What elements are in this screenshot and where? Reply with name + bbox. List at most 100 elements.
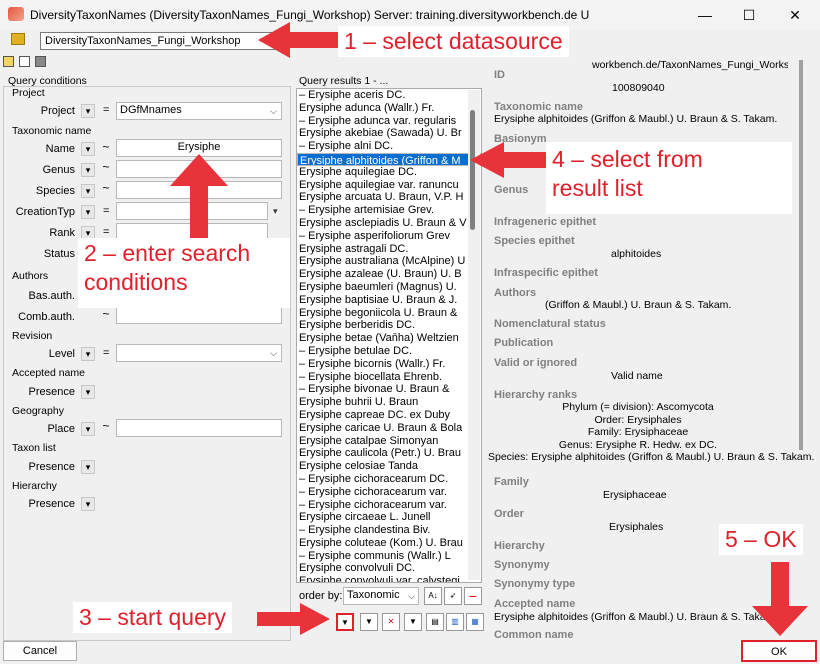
result-item[interactable]: Erysiphe begoniicola U. Braun &	[297, 307, 481, 320]
chevron-down-icon: ⌵	[270, 348, 277, 358]
columns-icon[interactable]: ▥	[446, 613, 464, 631]
place-operator-dropdown[interactable]: ▾	[81, 422, 95, 436]
order-label: Order	[494, 508, 524, 520]
valid-label: Valid or ignored	[494, 357, 578, 369]
project-select[interactable]: DGfMnames ⌵	[116, 102, 282, 120]
detail-scroll-thumb[interactable]	[799, 60, 803, 450]
result-item[interactable]: Erysiphe buhrii U. Braun	[297, 396, 481, 409]
project-operator-dropdown[interactable]: ▾	[81, 104, 95, 118]
result-item[interactable]: Erysiphe coluteae (Kom.) U. Brau	[297, 537, 481, 550]
result-item[interactable]: Erysiphe aquilegiae var. ranuncu	[297, 179, 481, 192]
result-item[interactable]: Erysiphe asclepiadis U. Braun & V	[297, 217, 481, 230]
filter-clear-icon[interactable]: ✕	[382, 613, 400, 631]
result-item[interactable]: – Erysiphe bicornis (Wallr.) Fr.	[297, 358, 481, 371]
result-item[interactable]: Erysiphe astragali DC.	[297, 243, 481, 256]
result-item[interactable]: Erysiphe akebiae (Sawada) U. Br	[297, 127, 481, 140]
checkbox-icon[interactable]	[19, 56, 30, 67]
level-label: Level	[48, 348, 75, 360]
place-input[interactable]	[116, 419, 282, 437]
hierarchy-rank-line: Order: Erysiphales	[594, 413, 682, 426]
result-item[interactable]: – Erysiphe communis (Wallr.) L	[297, 550, 481, 563]
sort-az-icon[interactable]: A↓	[424, 587, 442, 605]
result-item[interactable]: Erysiphe convolvuli var. calystegi	[297, 575, 481, 582]
annotation-4-box: 4 – select from result list	[546, 142, 792, 214]
group-taxonomic: Taxonomic name	[12, 125, 92, 137]
order-value: Erysiphales	[609, 521, 664, 533]
result-item[interactable]: – Erysiphe biocellata Ehrenb.	[297, 371, 481, 384]
datasource-field[interactable]: DiversityTaxonNames_Fungi_Workshop	[40, 32, 278, 50]
remove-icon[interactable]: −	[464, 587, 482, 605]
creationtype-dropdown-icon[interactable]: ▾	[273, 206, 278, 217]
result-item[interactable]: Erysiphe berberidis DC.	[297, 319, 481, 332]
result-item[interactable]: Erysiphe caulicola (Petr.) U. Brau	[297, 447, 481, 460]
result-item[interactable]: – Erysiphe clandestina Biv.	[297, 524, 481, 537]
result-item[interactable]: – Erysiphe betulae DC.	[297, 345, 481, 358]
result-item[interactable]: Erysiphe azaleae (U. Braun) U. B	[297, 268, 481, 281]
result-item[interactable]: Erysiphe baeumleri (Magnus) U.	[297, 281, 481, 294]
filter-list-icon[interactable]: ▤	[426, 613, 444, 631]
result-item[interactable]: Erysiphe betae (Vaňha) Weltzien	[297, 332, 481, 345]
minimize-button[interactable]: —	[682, 0, 728, 30]
cancel-button[interactable]: Cancel	[3, 641, 77, 661]
result-item[interactable]: Erysiphe arcuata U. Braun, V.P. H	[297, 191, 481, 204]
result-item[interactable]: – Erysiphe bivonae U. Braun &	[297, 383, 481, 396]
id-label: ID	[494, 69, 505, 81]
creationtype-operator-dropdown[interactable]: ▾	[81, 205, 95, 219]
panel-icon[interactable]	[35, 56, 46, 67]
taxonlist-presence-label: Presence	[28, 461, 75, 473]
result-item[interactable]: – Erysiphe alni DC.	[297, 140, 481, 153]
combauth-input[interactable]	[116, 306, 282, 324]
result-item[interactable]: Erysiphe caricae U. Braun & Bola	[297, 422, 481, 435]
result-item[interactable]: Erysiphe australiana (McAlpine) U	[297, 255, 481, 268]
ok-button[interactable]: OK	[741, 640, 817, 662]
species-operator-dropdown[interactable]: ▾	[81, 184, 95, 198]
filter-next-icon[interactable]: ▼	[404, 613, 422, 631]
database-icon[interactable]	[11, 33, 25, 45]
result-item[interactable]: Erysiphe celosiae Tanda	[297, 460, 481, 473]
result-item[interactable]: – Erysiphe cichoracearum DC.	[297, 473, 481, 486]
genus-operator-dropdown[interactable]: ▾	[81, 163, 95, 177]
result-item[interactable]: – Erysiphe artemisiae Grev.	[297, 204, 481, 217]
taxonlist-presence-dropdown[interactable]: ▾	[81, 460, 95, 474]
group-project: Project	[12, 87, 45, 99]
chevron-down-icon: ⌵	[408, 591, 415, 601]
arrow-3-head	[300, 603, 330, 635]
species-epithet-value: alphitoides	[611, 248, 662, 260]
result-item[interactable]: Erysiphe catalpae Simonyan	[297, 435, 481, 448]
maximize-button[interactable]: ☐	[726, 0, 772, 30]
result-item[interactable]: – Erysiphe cichoracearum var.	[297, 499, 481, 512]
order-by-label: order by:	[299, 590, 343, 602]
result-item[interactable]: – Erysiphe cichoracearum var.	[297, 486, 481, 499]
result-item[interactable]: – Erysiphe asperifoliorum Grev	[297, 230, 481, 243]
copy-icon[interactable]	[3, 56, 14, 67]
chevron-down-icon: ⌵	[270, 106, 277, 116]
hierarchy-ranks-label: Hierarchy ranks	[494, 389, 578, 401]
accepted-presence-dropdown[interactable]: ▾	[81, 385, 95, 399]
filter-query-icon[interactable]: ▼	[336, 613, 354, 631]
filter-add-icon[interactable]: ▼	[360, 613, 378, 631]
result-item[interactable]: – Erysiphe aceris DC.	[297, 89, 481, 102]
close-button[interactable]: ✕	[772, 0, 818, 30]
result-item[interactable]: Erysiphe aquilegiae DC.	[297, 166, 481, 179]
hierarchy-rank-line: Family: Erysiphaceae	[587, 426, 689, 438]
result-item[interactable]: Erysiphe capreae DC. ex Duby	[297, 409, 481, 422]
family-label: Family	[494, 476, 529, 488]
results-list[interactable]: – Erysiphe aceris DC. Erysiphe adunca (Wa…	[296, 88, 482, 583]
result-item[interactable]: Erysiphe circaeae L. Junell	[297, 511, 481, 524]
order-by-select[interactable]: Taxonomic ⌵	[343, 587, 419, 605]
result-item[interactable]: Erysiphe convolvuli DC.	[297, 562, 481, 575]
result-item[interactable]: – Erysiphe adunca var. regularis	[297, 115, 481, 128]
name-operator-dropdown[interactable]: ▾	[81, 142, 95, 156]
level-operator-dropdown[interactable]: ▾	[81, 347, 95, 361]
result-item-selected[interactable]: Erysiphe alphitoides (Griffon & M	[297, 152, 481, 166]
level-select[interactable]: ⌵	[116, 344, 282, 362]
hierarchy-presence-dropdown[interactable]: ▾	[81, 497, 95, 511]
arrow-3-shaft	[257, 612, 302, 626]
result-item[interactable]: Erysiphe baptisiae U. Braun & J.	[297, 294, 481, 307]
result-item[interactable]: Erysiphe adunca (Wallr.) Fr.	[297, 102, 481, 115]
query-results-header: Query results 1 - ...	[299, 75, 389, 87]
rows-icon[interactable]: ▦	[466, 613, 484, 631]
run-icon[interactable]: ➶	[444, 587, 462, 605]
annotation-4-line1: 4 – select from	[546, 142, 792, 173]
nomenclatural-status-label: Nomenclatural status	[494, 318, 606, 330]
